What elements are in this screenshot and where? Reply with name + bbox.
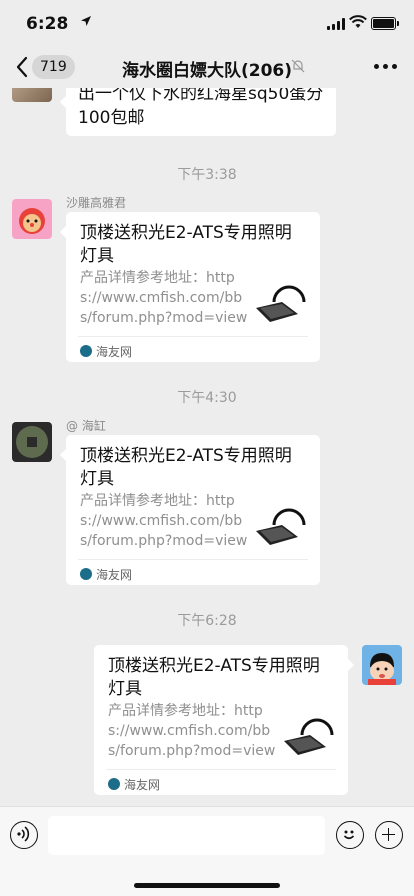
- add-icon[interactable]: [375, 821, 403, 849]
- status-bar: 6:28: [0, 0, 414, 46]
- card-title: 顶楼送积光E2-ATS专用照明灯具: [80, 223, 292, 266]
- timestamp: 下午6:28: [177, 613, 237, 629]
- card-description: 产品详情参考地址：https://www.cmfish.com/bbs/foru…: [80, 493, 248, 549]
- lamp-thumbnail-icon: [284, 718, 334, 755]
- wifi-icon: [349, 15, 367, 28]
- timestamp: 下午4:30: [177, 390, 237, 406]
- lamp-thumbnail-icon: [256, 508, 306, 545]
- text-message-bubble[interactable]: 出一个仅下水的红海星sq50蛋分100包邮: [60, 88, 336, 136]
- input-bar: [0, 806, 414, 896]
- bell-slash-icon: [291, 59, 305, 73]
- clock: 6:28: [26, 14, 69, 34]
- voice-icon[interactable]: [10, 821, 38, 849]
- my-avatar[interactable]: [362, 645, 402, 685]
- battery-icon: [371, 17, 399, 30]
- message-input[interactable]: [48, 816, 325, 855]
- avatar[interactable]: [12, 88, 52, 102]
- card-source: 海友网: [96, 345, 133, 359]
- card-title: 顶楼送积光E2-ATS专用照明灯具: [108, 656, 320, 699]
- card-title: 顶楼送积光E2-ATS专用照明灯具: [80, 446, 292, 489]
- source-icon: [108, 778, 120, 790]
- card-description: 产品详情参考地址：https://www.cmfish.com/bbs/foru…: [80, 270, 248, 326]
- timestamp: 下午3:38: [177, 167, 237, 183]
- signal-icon: [327, 18, 345, 30]
- card-description: 产品详情参考地址：https://www.cmfish.com/bbs/foru…: [108, 703, 276, 759]
- avatar[interactable]: [12, 422, 52, 462]
- message-text: 出一个仅下水的红海星sq50蛋分100包邮: [78, 88, 324, 128]
- home-indicator[interactable]: [134, 883, 280, 888]
- message-list[interactable]: 出一个仅下水的红海星sq50蛋分100包邮 下午3:38 沙雕高雅君 顶楼送积光…: [0, 88, 414, 806]
- link-card-bubble[interactable]: 顶楼送积光E2-ATS专用照明灯具 产品详情参考地址：https://www.c…: [94, 645, 354, 795]
- sender-name: 沙雕高雅君: [66, 196, 127, 210]
- chat-header: 719 海水圈白嫖大队(206): [0, 46, 414, 88]
- source-icon: [80, 568, 92, 580]
- source-icon: [80, 345, 92, 357]
- chat-title: 海水圈白嫖大队(206): [121, 61, 293, 81]
- link-card-bubble[interactable]: 顶楼送积光E2-ATS专用照明灯具 产品详情参考地址：https://www.c…: [60, 435, 320, 585]
- more-dots-icon[interactable]: [374, 64, 398, 70]
- location-arrow-icon: [81, 16, 91, 26]
- emoji-icon[interactable]: [336, 821, 364, 849]
- lamp-thumbnail-icon: [256, 285, 306, 322]
- link-card-bubble[interactable]: 顶楼送积光E2-ATS专用照明灯具 产品详情参考地址：https://www.c…: [60, 212, 320, 362]
- sender-name: @ 海缸: [66, 419, 106, 433]
- avatar[interactable]: [12, 199, 52, 239]
- card-source: 海友网: [96, 568, 133, 582]
- card-source: 海友网: [124, 778, 161, 792]
